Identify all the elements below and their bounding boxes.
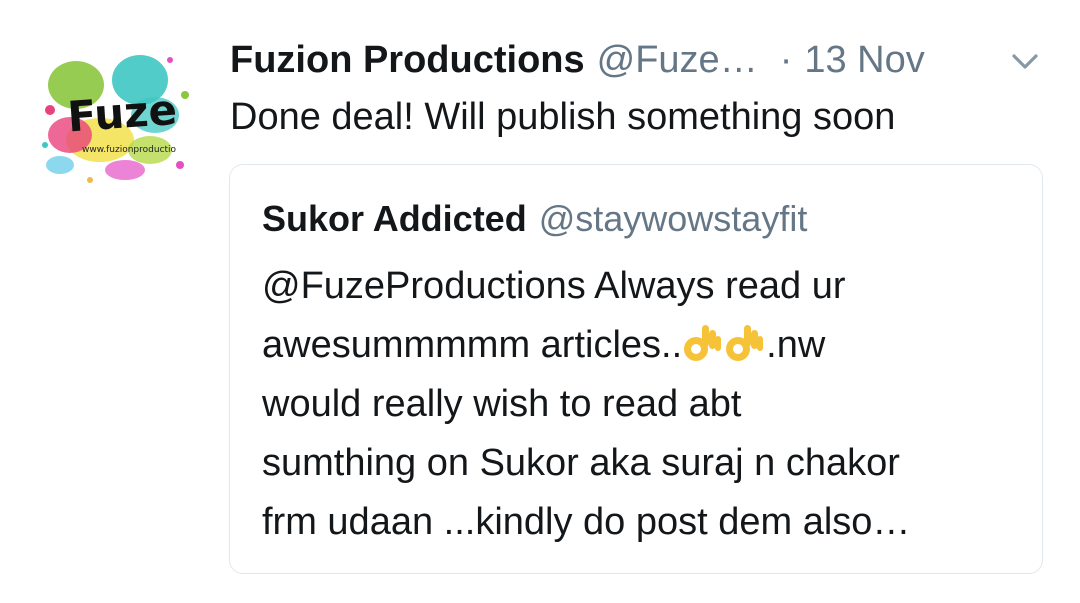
separator-dot: · [779,38,793,81]
user-handle[interactable]: @Fuze… [597,39,758,82]
avatar[interactable]: Fuze www.fuzionproductio [30,40,205,195]
avatar-logo-text: Fuze [66,85,179,142]
quoted-text-line: @FuzeProductions Always read ur [262,265,846,307]
display-name[interactable]: Fuzion Productions [230,39,585,82]
tweet-text: Done deal! Will publish something soon [230,96,896,138]
tweet-header: Fuzion Productions @Fuze… · 13 Nov [230,30,1060,90]
chevron-down-icon[interactable] [1008,44,1042,78]
quoted-text-line: frm udaan ...kindly do post dem also… [262,501,911,543]
ok-hand-emoji-icon [684,325,722,361]
ok-hand-emoji-icon [726,325,764,361]
quoted-tweet-text: @FuzeProductions Always read ur awesummm… [262,257,1022,552]
quoted-text-line: would really wish to read abt [262,383,742,425]
quoted-text-fragment: .nw [766,324,826,366]
quoted-text-line: sumthing on Sukor aka suraj n chakor [262,442,900,484]
tweet-date[interactable]: 13 Nov [804,39,924,82]
tweet[interactable]: Fuze www.fuzionproductio Fuzion Producti… [0,0,1080,603]
quoted-tweet-header: Sukor Addicted @staywowstayfit [262,191,807,247]
quoted-display-name: Sukor Addicted [262,198,527,239]
avatar-logo-subtext: www.fuzionproductio [82,145,177,155]
quoted-user-handle: @staywowstayfit [538,198,808,239]
quoted-text-fragment: awesummmmm articles.. [262,324,683,366]
quoted-tweet-card[interactable]: Sukor Addicted @staywowstayfit @FuzeProd… [229,164,1043,574]
quoted-text-line: awesummmmm articles.. .nw [262,316,1022,375]
